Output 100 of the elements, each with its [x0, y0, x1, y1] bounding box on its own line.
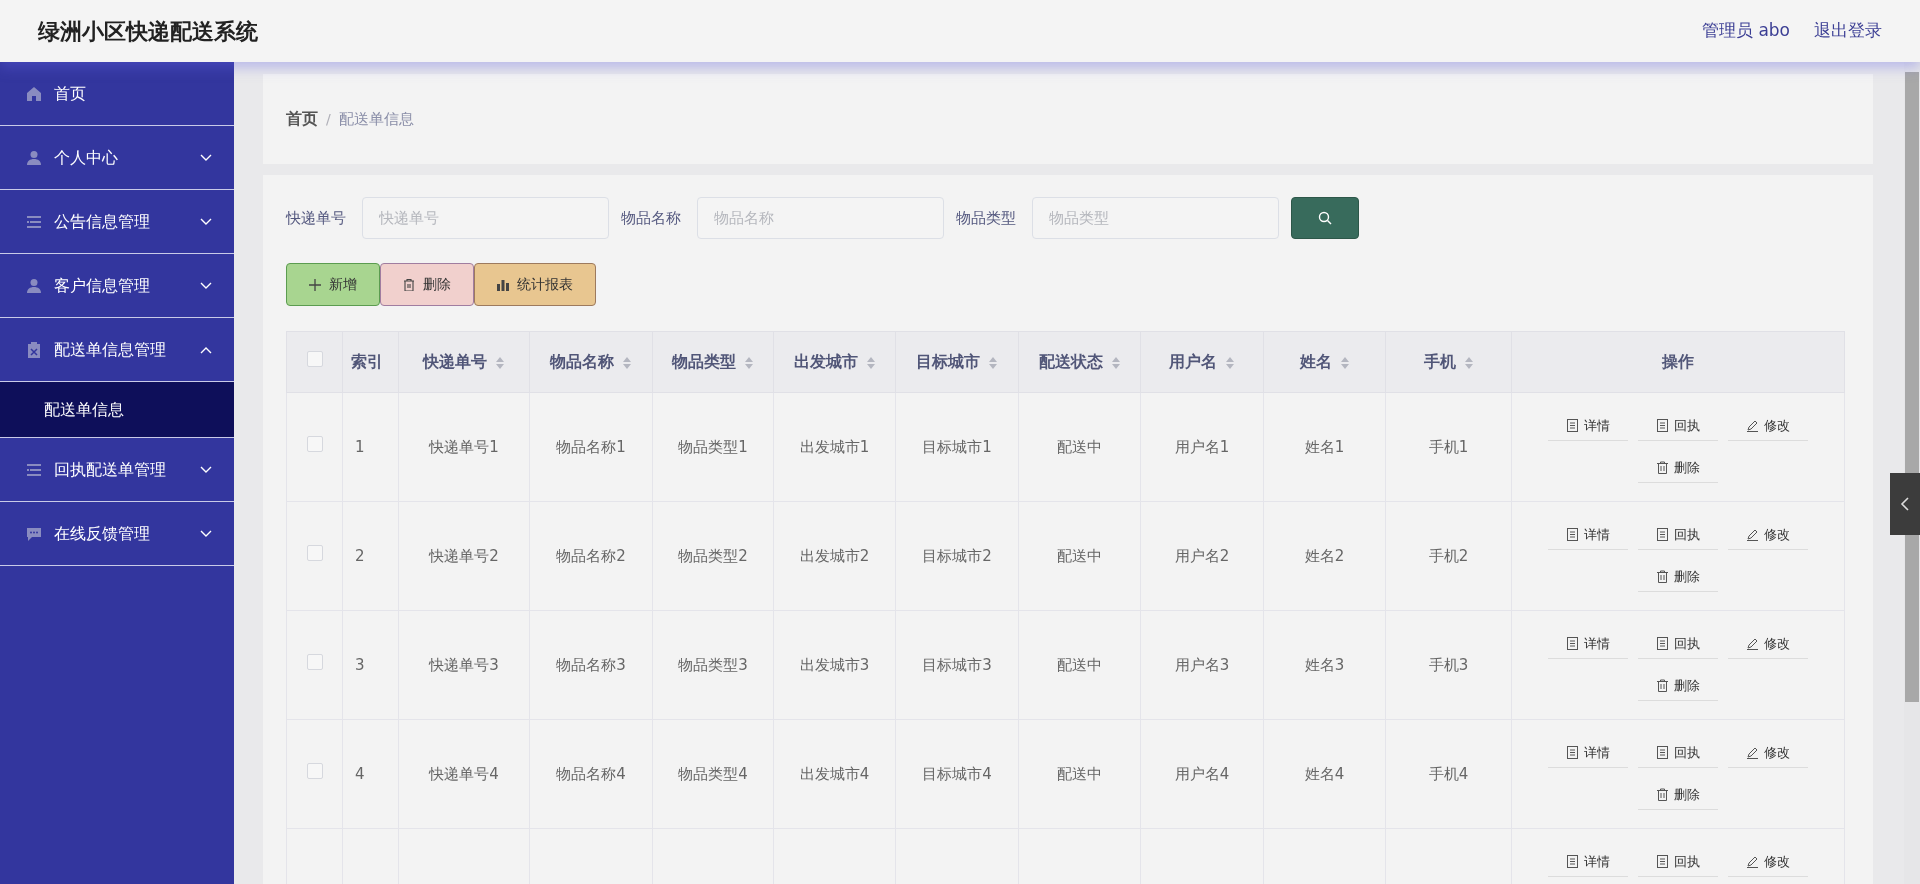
admin-link[interactable]: 管理员 abo: [1702, 18, 1790, 44]
chat-icon: [26, 525, 42, 542]
table-cell: 姓名4: [1304, 764, 1345, 783]
collapse-tab[interactable]: [1890, 473, 1920, 535]
table-cell: 用户名4: [1174, 764, 1230, 783]
chevron-down-icon: [200, 153, 212, 162]
sidebar-item[interactable]: 首页: [0, 62, 234, 126]
detail-button[interactable]: 详情: [1548, 629, 1628, 659]
column-header[interactable]: 姓名: [1299, 352, 1350, 371]
table-cell: 1: [355, 437, 365, 456]
receipt-button[interactable]: 回执: [1638, 629, 1718, 659]
delete-button[interactable]: 删除: [1638, 562, 1718, 592]
document-icon: [1566, 528, 1579, 541]
document-icon: [1566, 419, 1579, 432]
search-field[interactable]: 物品名称: [697, 197, 944, 239]
chevron-left-icon: [1900, 496, 1910, 512]
breadcrumb-link[interactable]: 首页: [286, 107, 318, 131]
detail-button[interactable]: 详情: [1548, 847, 1628, 877]
sidebar-item[interactable]: 个人中心: [0, 126, 234, 190]
receipt-button[interactable]: 回执: [1638, 847, 1718, 877]
trash-icon: [1656, 679, 1669, 692]
table-cell: 出发城市2: [799, 546, 870, 565]
chevron-up-icon: [200, 345, 212, 354]
receipt-button[interactable]: 回执: [1638, 520, 1718, 550]
delete-button[interactable]: 删除: [1638, 453, 1718, 483]
row-checkbox[interactable]: [306, 762, 323, 779]
field-label: 物品名称: [621, 207, 681, 229]
table-cell: 配送中: [1057, 437, 1102, 456]
table-cell: 出发城市3: [799, 655, 870, 674]
table-cell: 3: [355, 655, 365, 674]
table-cell: 配送中: [1057, 546, 1102, 565]
sort-icon: [744, 355, 754, 370]
document-icon: [1656, 855, 1669, 868]
edit-button[interactable]: 修改: [1728, 847, 1808, 877]
table-cell: 配送中: [1057, 655, 1102, 674]
edit-button[interactable]: 修改: [1728, 520, 1808, 550]
document-icon: [1566, 746, 1579, 759]
sidebar-item[interactable]: 公告信息管理: [0, 190, 234, 254]
plus-icon: [309, 278, 321, 291]
table-cell: 物品类型3: [678, 655, 748, 674]
receipt-button[interactable]: 回执: [1638, 738, 1718, 768]
column-header: 索引: [351, 352, 383, 371]
edit-button[interactable]: 修改: [1728, 738, 1808, 768]
table-cell: 目标城市2: [922, 546, 992, 565]
detail-button[interactable]: 详情: [1548, 411, 1628, 441]
row-checkbox[interactable]: [306, 435, 323, 452]
table-cell: 物品名称4: [556, 764, 626, 783]
search-icon: [1318, 211, 1332, 225]
table-cell: 出发城市1: [799, 437, 870, 456]
table-cell: 快递单号3: [429, 655, 499, 674]
table-cell: 手机2: [1428, 546, 1469, 565]
sidebar-item[interactable]: 回执配送单管理: [0, 438, 234, 502]
search-field[interactable]: 快递单号: [362, 197, 609, 239]
report-button[interactable]: 统计报表: [474, 263, 596, 306]
delete-button[interactable]: 删除: [380, 263, 474, 306]
column-header[interactable]: 用户名: [1169, 352, 1235, 371]
receipt-button[interactable]: 回执: [1638, 411, 1718, 441]
edit-button[interactable]: 修改: [1728, 411, 1808, 441]
table-cell: 目标城市1: [922, 437, 992, 456]
column-header: 操作: [1662, 352, 1694, 371]
edit-button[interactable]: 修改: [1728, 629, 1808, 659]
sort-icon: [622, 355, 632, 370]
detail-button[interactable]: 详情: [1548, 738, 1628, 768]
pencil-icon: [1746, 419, 1759, 432]
home-icon: [26, 85, 42, 102]
table-cell: 物品类型2: [678, 546, 748, 565]
trash-icon: [1656, 788, 1669, 801]
pencil-icon: [1746, 746, 1759, 759]
sort-icon: [495, 355, 505, 370]
add-button[interactable]: 新增: [286, 263, 380, 306]
logout-link[interactable]: 退出登录: [1814, 18, 1882, 44]
table-cell: 用户名3: [1174, 655, 1230, 674]
delete-button[interactable]: 删除: [1638, 671, 1718, 701]
chevron-down-icon: [200, 217, 212, 226]
sort-icon: [988, 355, 998, 370]
search-button[interactable]: [1291, 197, 1359, 239]
search-field[interactable]: 物品类型: [1032, 197, 1279, 239]
select-all-checkbox[interactable]: [306, 351, 323, 367]
sidebar-subitem[interactable]: 配送单信息: [0, 382, 234, 438]
breadcrumb-current: 配送单信息: [338, 108, 414, 130]
column-header[interactable]: 快递单号: [423, 352, 505, 371]
table-cell: 姓名2: [1304, 546, 1345, 565]
detail-button[interactable]: 详情: [1548, 520, 1628, 550]
table-cell: 物品名称3: [556, 655, 626, 674]
column-header[interactable]: 手机: [1423, 352, 1474, 371]
row-checkbox[interactable]: [306, 653, 323, 670]
sort-icon: [865, 355, 876, 370]
pencil-icon: [1746, 528, 1759, 541]
delete-button[interactable]: 删除: [1638, 780, 1718, 810]
app-title: 绿洲小区快递配送系统: [38, 17, 258, 46]
table-cell: 4: [355, 764, 365, 783]
sidebar-item[interactable]: 客户信息管理: [0, 254, 234, 318]
list-icon: [26, 461, 42, 478]
user-icon: [26, 149, 42, 166]
field-label: 物品类型: [956, 207, 1016, 229]
table-cell: 用户名1: [1174, 437, 1230, 456]
row-checkbox[interactable]: [306, 544, 323, 561]
sidebar-item[interactable]: 在线反馈管理: [0, 502, 234, 566]
document-icon: [1566, 637, 1579, 650]
table-cell: 目标城市4: [922, 764, 992, 783]
